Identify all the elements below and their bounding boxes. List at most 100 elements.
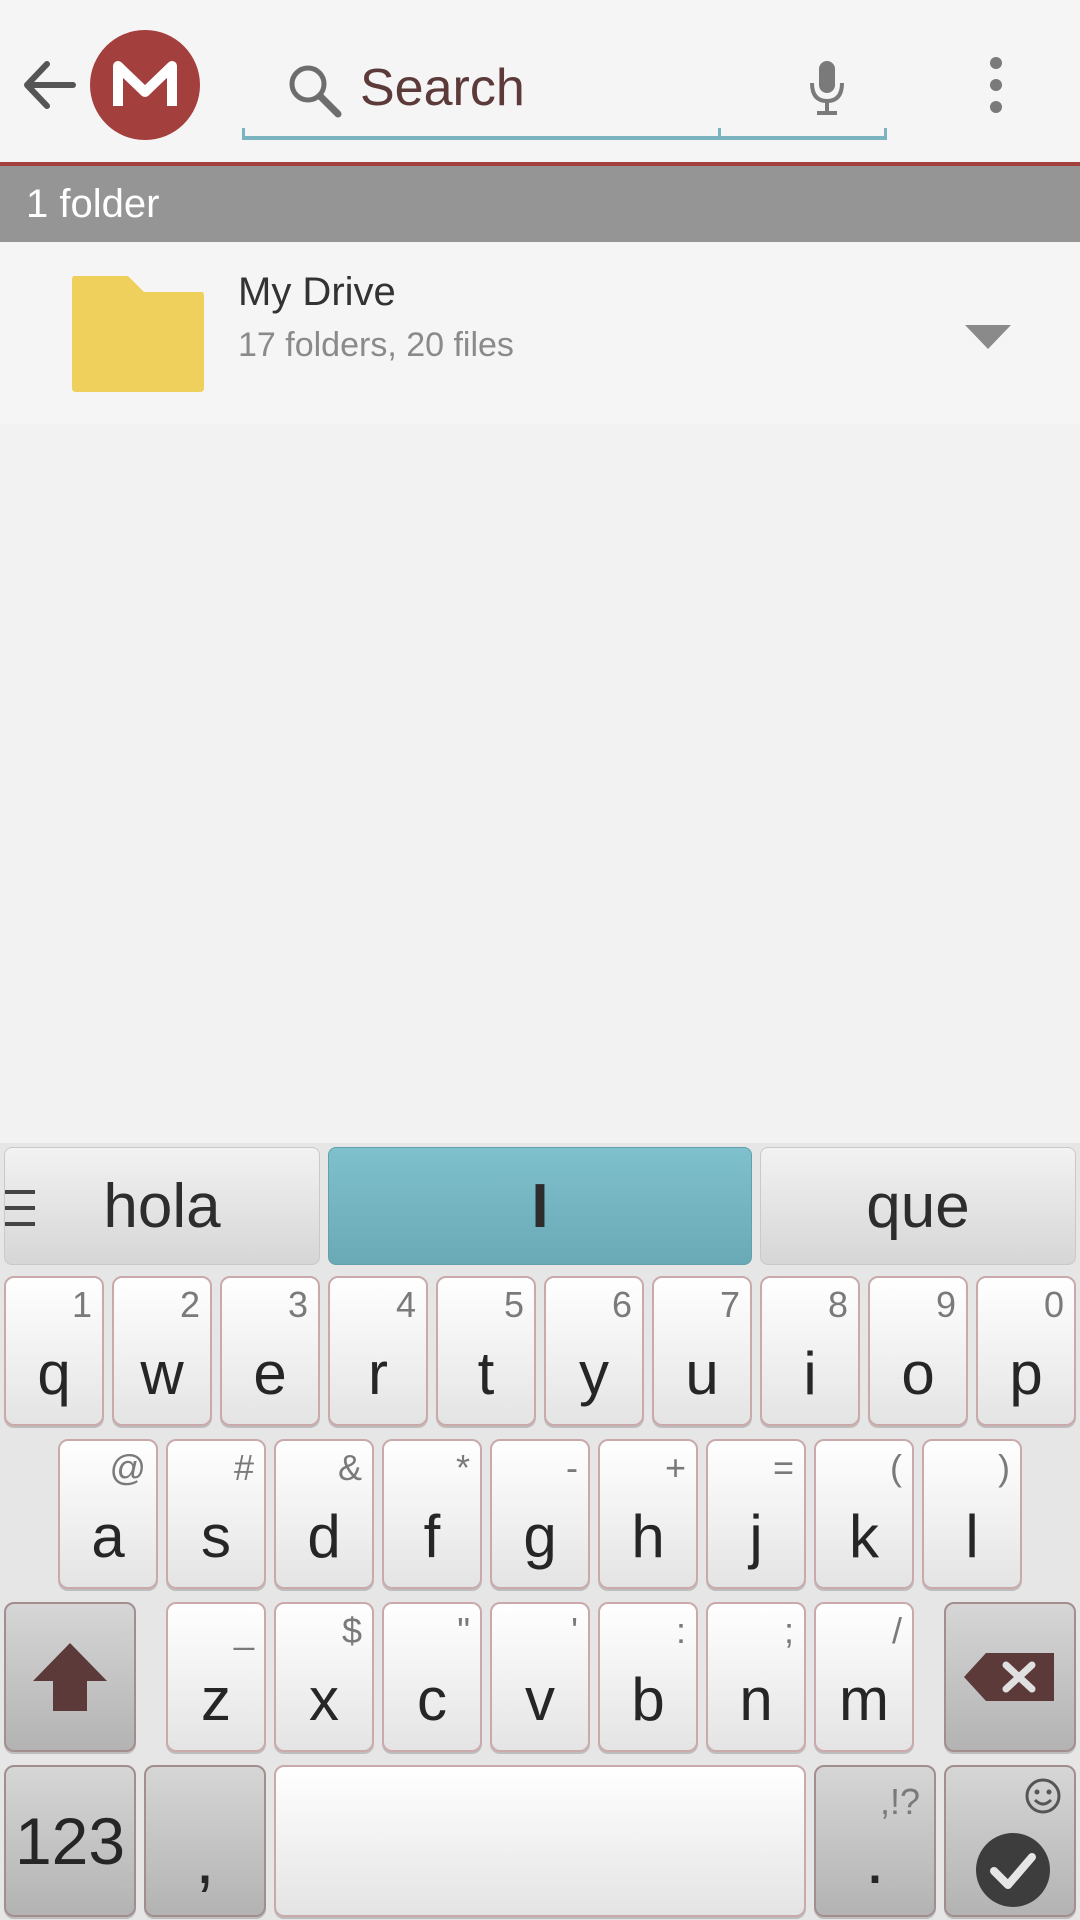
key-hint: * — [455, 1447, 470, 1488]
key-hint: ) — [998, 1447, 1010, 1488]
key-hint: & — [337, 1447, 362, 1488]
key-label: o — [901, 1340, 935, 1407]
key-hint: = — [772, 1447, 794, 1488]
key-label: m — [839, 1666, 889, 1733]
shift-arrow-icon — [33, 1643, 107, 1711]
key-w[interactable]: 2w — [112, 1276, 212, 1426]
key-h[interactable]: + h — [598, 1439, 698, 1589]
key-label: q — [37, 1340, 71, 1407]
checkmark-icon — [976, 1833, 1050, 1907]
folder-icon — [72, 276, 204, 392]
list-item[interactable]: My Drive 17 folders, 20 files — [0, 242, 1080, 424]
key-label: u — [685, 1340, 719, 1407]
key-hint: " — [457, 1610, 470, 1651]
key-f[interactable]: * f — [382, 1439, 482, 1589]
key-label: s — [201, 1503, 231, 1570]
back-button[interactable] — [14, 40, 84, 130]
key-s[interactable]: # s — [166, 1439, 266, 1589]
key-i[interactable]: 8i — [760, 1276, 860, 1426]
suggestion-center[interactable]: I — [328, 1147, 752, 1265]
key-hint: 1 — [71, 1284, 92, 1325]
key-label: t — [477, 1340, 495, 1407]
search-bar[interactable] — [242, 40, 887, 140]
key-label: k — [849, 1503, 879, 1570]
item-title: My Drive — [238, 270, 396, 314]
key-v[interactable]: ' v — [490, 1602, 590, 1752]
numbers-key[interactable]: 123 — [4, 1765, 136, 1917]
key-label: p — [1009, 1340, 1043, 1407]
key-hint: # — [233, 1447, 254, 1488]
voice-search-button[interactable] — [782, 48, 872, 128]
app-bar — [0, 0, 1080, 166]
key-label: i — [803, 1340, 817, 1407]
mega-logo[interactable] — [90, 30, 200, 140]
key-label: g — [523, 1503, 557, 1570]
key-label: d — [307, 1503, 341, 1570]
soft-keyboard: hola I que 1q 2w 3e 4r 5t 6y 7u 8i 9o 0p… — [0, 1143, 1080, 1920]
key-r[interactable]: 4r — [328, 1276, 428, 1426]
period-key[interactable]: ,!? . — [814, 1765, 936, 1917]
key-c[interactable]: " c — [382, 1602, 482, 1752]
suggestion-label: hola — [103, 1171, 221, 1241]
key-k[interactable]: (k — [814, 1439, 914, 1589]
key-hint: _ — [233, 1610, 254, 1651]
key-d[interactable]: & d — [274, 1439, 374, 1589]
item-subtitle: 17 folders, 20 files — [238, 326, 514, 364]
key-hint: 9 — [935, 1284, 956, 1325]
key-hint: $ — [341, 1610, 362, 1651]
back-arrow-icon — [24, 61, 76, 109]
key-label: n — [739, 1666, 773, 1733]
key-x[interactable]: $ x — [274, 1602, 374, 1752]
suggestion-label: que — [866, 1171, 970, 1241]
item-options-button[interactable] — [948, 302, 1028, 372]
backspace-key[interactable] — [944, 1602, 1076, 1752]
key-hint: ; — [783, 1610, 794, 1651]
key-label: w — [140, 1340, 184, 1407]
shift-key[interactable] — [4, 1602, 136, 1752]
key-u[interactable]: 7u — [652, 1276, 752, 1426]
key-label: f — [423, 1503, 441, 1570]
key-hint: @ — [109, 1447, 146, 1488]
key-label: , — [195, 1820, 215, 1898]
smiley-icon — [1025, 1778, 1061, 1814]
search-underline-tick — [242, 128, 245, 140]
key-hint: ( — [890, 1447, 902, 1488]
key-label: z — [201, 1666, 231, 1733]
search-icon — [289, 65, 342, 118]
key-j[interactable]: = j — [706, 1439, 806, 1589]
key-hint: 7 — [719, 1284, 740, 1325]
key-m[interactable]: / m — [814, 1602, 914, 1752]
key-hint: - — [566, 1447, 578, 1488]
microphone-icon — [810, 61, 844, 115]
enter-key[interactable] — [944, 1765, 1076, 1917]
search-underline-tick — [718, 128, 721, 140]
key-p[interactable]: 0p — [976, 1276, 1076, 1426]
key-hint: 6 — [611, 1284, 632, 1325]
key-g[interactable]: -g — [490, 1439, 590, 1589]
comma-key[interactable]: , — [144, 1765, 266, 1917]
key-label: y — [579, 1340, 609, 1407]
search-input[interactable] — [360, 50, 700, 126]
key-hint: + — [664, 1447, 686, 1488]
key-t[interactable]: 5t — [436, 1276, 536, 1426]
key-a[interactable]: @ a — [58, 1439, 158, 1589]
key-n[interactable]: ; n — [706, 1602, 806, 1752]
search-underline-tick — [884, 128, 887, 140]
key-label: x — [309, 1666, 339, 1733]
space-key[interactable] — [274, 1765, 806, 1917]
suggestion-left[interactable]: hola — [4, 1147, 320, 1265]
suggestion-right[interactable]: que — [760, 1147, 1076, 1265]
more-vert-icon — [990, 57, 1002, 113]
hamburger-menu-icon — [5, 1190, 35, 1226]
section-header: 1 folder — [0, 166, 1080, 242]
key-q[interactable]: 1q — [4, 1276, 104, 1426]
key-l[interactable]: ) l — [922, 1439, 1022, 1589]
key-y[interactable]: 6y — [544, 1276, 644, 1426]
key-z[interactable]: _ z — [166, 1602, 266, 1752]
key-label: e — [253, 1340, 287, 1407]
search-underline — [242, 136, 887, 140]
key-e[interactable]: 3e — [220, 1276, 320, 1426]
key-o[interactable]: 9o — [868, 1276, 968, 1426]
key-b[interactable]: :b — [598, 1602, 698, 1752]
overflow-menu-button[interactable] — [966, 40, 1026, 130]
